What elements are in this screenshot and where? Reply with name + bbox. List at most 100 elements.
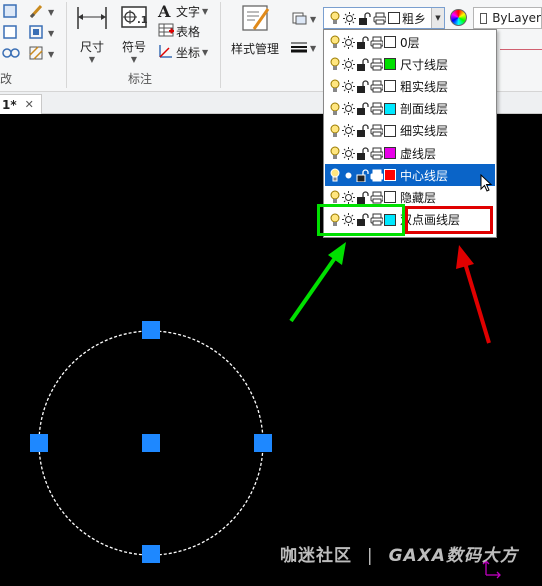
sun-icon[interactable] bbox=[342, 79, 355, 94]
printer-icon[interactable] bbox=[370, 79, 383, 94]
bulb-icon[interactable] bbox=[328, 57, 341, 72]
style-manager-label: 样式管理 bbox=[230, 42, 279, 56]
layer-row[interactable]: 0层 bbox=[325, 31, 495, 53]
layer-name: 隐藏层 bbox=[400, 190, 437, 205]
modify-tool-3[interactable] bbox=[2, 45, 20, 64]
combo-arrow-icon[interactable]: ▼ bbox=[431, 8, 444, 28]
unlock-icon[interactable] bbox=[356, 190, 369, 205]
grip-left[interactable] bbox=[30, 434, 48, 452]
hatch-tool-button[interactable]: ▼ bbox=[28, 45, 54, 64]
dimension-label: 尺寸 bbox=[79, 40, 104, 54]
printer-icon[interactable] bbox=[370, 146, 383, 161]
svg-text:.1: .1 bbox=[137, 15, 148, 26]
layer-row[interactable]: 尺寸线层 bbox=[325, 53, 495, 75]
modify-tool-1[interactable] bbox=[2, 3, 18, 22]
table-button[interactable]: 表格 bbox=[158, 22, 200, 41]
red-highlight-box bbox=[405, 206, 493, 234]
line-weight-button[interactable]: ▼ bbox=[290, 40, 316, 57]
unlock-icon[interactable] bbox=[356, 168, 369, 183]
printer-icon bbox=[373, 11, 386, 26]
style-manager-icon bbox=[239, 5, 271, 36]
brush-icon bbox=[28, 3, 46, 22]
sun-icon[interactable] bbox=[342, 190, 355, 205]
bulb-icon[interactable] bbox=[328, 79, 341, 94]
layer-color-swatch bbox=[384, 169, 396, 182]
bulb-icon[interactable] bbox=[328, 35, 341, 50]
layer-tool-button[interactable]: ▼ bbox=[290, 10, 316, 29]
style-manager-button[interactable]: 样式管理 bbox=[226, 3, 284, 57]
line-weight-icon bbox=[290, 40, 308, 57]
printer-icon[interactable] bbox=[370, 35, 383, 50]
document-tab-label: 1* bbox=[2, 97, 17, 112]
frame-tool-button[interactable]: ▼ bbox=[28, 24, 54, 43]
color-wheel-icon[interactable] bbox=[450, 9, 467, 26]
layer-row[interactable]: 中心线层 bbox=[325, 164, 495, 187]
dimension-icon bbox=[75, 7, 109, 34]
coordinate-icon bbox=[158, 43, 176, 62]
grip-bottom[interactable] bbox=[142, 545, 160, 563]
layer-combo[interactable]: 粗乡 ▼ bbox=[323, 7, 445, 29]
sun-icon[interactable] bbox=[342, 35, 355, 50]
dimension-button[interactable]: 尺寸 ▼ bbox=[72, 3, 112, 64]
rectangle-frame-icon bbox=[2, 3, 18, 22]
modify-tool-2[interactable] bbox=[2, 24, 18, 43]
layer-color-swatch bbox=[384, 80, 396, 93]
layer-name: 尺寸线层 bbox=[400, 57, 449, 72]
printer-icon[interactable] bbox=[370, 123, 383, 138]
coordinate-button[interactable]: 坐标 ▼ bbox=[158, 43, 208, 62]
table-icon bbox=[158, 22, 176, 41]
sun-icon[interactable] bbox=[342, 123, 355, 138]
symbol-button[interactable]: .1 符号 ▼ bbox=[116, 3, 152, 64]
unlock-icon[interactable] bbox=[356, 35, 369, 50]
grip-right[interactable] bbox=[254, 434, 272, 452]
bulb-icon[interactable] bbox=[328, 146, 341, 161]
unlock-icon[interactable] bbox=[356, 79, 369, 94]
mouse-cursor-icon bbox=[480, 174, 493, 192]
grip-center[interactable] bbox=[142, 434, 160, 452]
symbol-icon: .1 bbox=[119, 6, 149, 34]
text-button[interactable]: A 文字 ▼ bbox=[158, 2, 208, 21]
annotate-group-label: 标注 bbox=[128, 72, 153, 86]
document-tab[interactable]: 1* ✕ bbox=[0, 94, 42, 114]
unlock-icon[interactable] bbox=[356, 123, 369, 138]
layer-color-swatch bbox=[384, 191, 396, 204]
unlock-icon[interactable] bbox=[356, 57, 369, 72]
printer-icon[interactable] bbox=[370, 101, 383, 116]
group-divider bbox=[220, 2, 221, 88]
color-swatch bbox=[480, 12, 488, 24]
close-icon[interactable]: ✕ bbox=[25, 98, 34, 111]
unlock-icon bbox=[358, 11, 371, 26]
sun-icon[interactable] bbox=[342, 146, 355, 161]
dot-icon[interactable] bbox=[342, 168, 355, 183]
sun-icon[interactable] bbox=[342, 101, 355, 116]
bulb-icon[interactable] bbox=[328, 101, 341, 116]
layer-row[interactable]: 粗实线层 bbox=[325, 75, 495, 97]
watermark-left: 咖迷社区 bbox=[280, 546, 352, 566]
unlock-icon[interactable] bbox=[356, 101, 369, 116]
printer-icon[interactable] bbox=[370, 57, 383, 72]
layer-row[interactable]: 剖面线层 bbox=[325, 98, 495, 120]
square-icon bbox=[2, 24, 18, 43]
color-value: ByLayer bbox=[492, 11, 541, 25]
sun-icon bbox=[343, 11, 356, 26]
paint-tool-button[interactable]: ▼ bbox=[28, 3, 54, 22]
bulb-icon[interactable] bbox=[328, 190, 341, 205]
printer-icon[interactable] bbox=[370, 190, 383, 205]
printer-icon[interactable] bbox=[370, 168, 383, 183]
color-combo[interactable]: ByLayer bbox=[473, 7, 542, 29]
layer-row[interactable]: 细实线层 bbox=[325, 120, 495, 142]
bulb-icon[interactable] bbox=[328, 168, 341, 183]
sun-icon[interactable] bbox=[342, 57, 355, 72]
bulb-icon[interactable] bbox=[328, 123, 341, 138]
hatch-icon bbox=[28, 45, 46, 64]
layer-row[interactable]: 虚线层 bbox=[325, 142, 495, 164]
unlock-icon[interactable] bbox=[356, 146, 369, 161]
bulb-icon bbox=[328, 11, 341, 26]
grip-top[interactable] bbox=[142, 321, 160, 339]
text-a-icon: A bbox=[158, 2, 171, 21]
watermark-separator: | bbox=[366, 546, 374, 566]
red-arrow bbox=[456, 245, 491, 344]
coordinate-label: 坐标 bbox=[176, 46, 201, 60]
layer-name: 粗实线层 bbox=[400, 79, 449, 94]
frame-icon bbox=[28, 24, 46, 43]
